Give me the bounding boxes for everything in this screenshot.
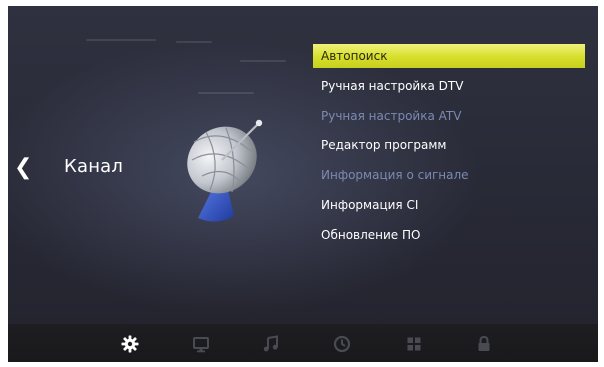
light-streak — [86, 39, 156, 41]
channel-menu: Автопоиск Ручная настройка DTV Ручная на… — [313, 44, 585, 253]
menu-item-software-update[interactable]: Обновление ПО — [313, 223, 585, 247]
menu-item-manual-dtv[interactable]: Ручная настройка DTV — [313, 74, 585, 98]
menu-item-signal-info[interactable]: Информация о сигнале — [313, 163, 585, 187]
clock-icon[interactable] — [332, 334, 352, 354]
music-note-icon[interactable] — [261, 334, 281, 354]
menu-item-autosearch[interactable]: Автопоиск — [313, 44, 585, 68]
lock-icon[interactable] — [474, 334, 494, 354]
menu-item-ci-info[interactable]: Информация CI — [313, 193, 585, 217]
light-streak — [176, 41, 212, 43]
bottom-nav-bar — [8, 324, 598, 362]
light-streak — [240, 60, 286, 62]
menu-item-manual-atv[interactable]: Ручная настройка ATV — [313, 104, 585, 128]
gear-icon[interactable] — [120, 334, 140, 354]
monitor-icon[interactable] — [191, 334, 211, 354]
grid-icon[interactable] — [404, 334, 424, 354]
chevron-left-icon[interactable]: ❮ — [14, 157, 32, 179]
satellite-dish-icon — [176, 112, 276, 228]
menu-item-program-editor[interactable]: Редактор программ — [313, 133, 585, 157]
section-title: Канал — [64, 156, 124, 177]
tv-screen: ❮ Канал Автопоиск Ручная настройка DTV Р… — [8, 6, 598, 362]
light-streak — [198, 92, 254, 94]
